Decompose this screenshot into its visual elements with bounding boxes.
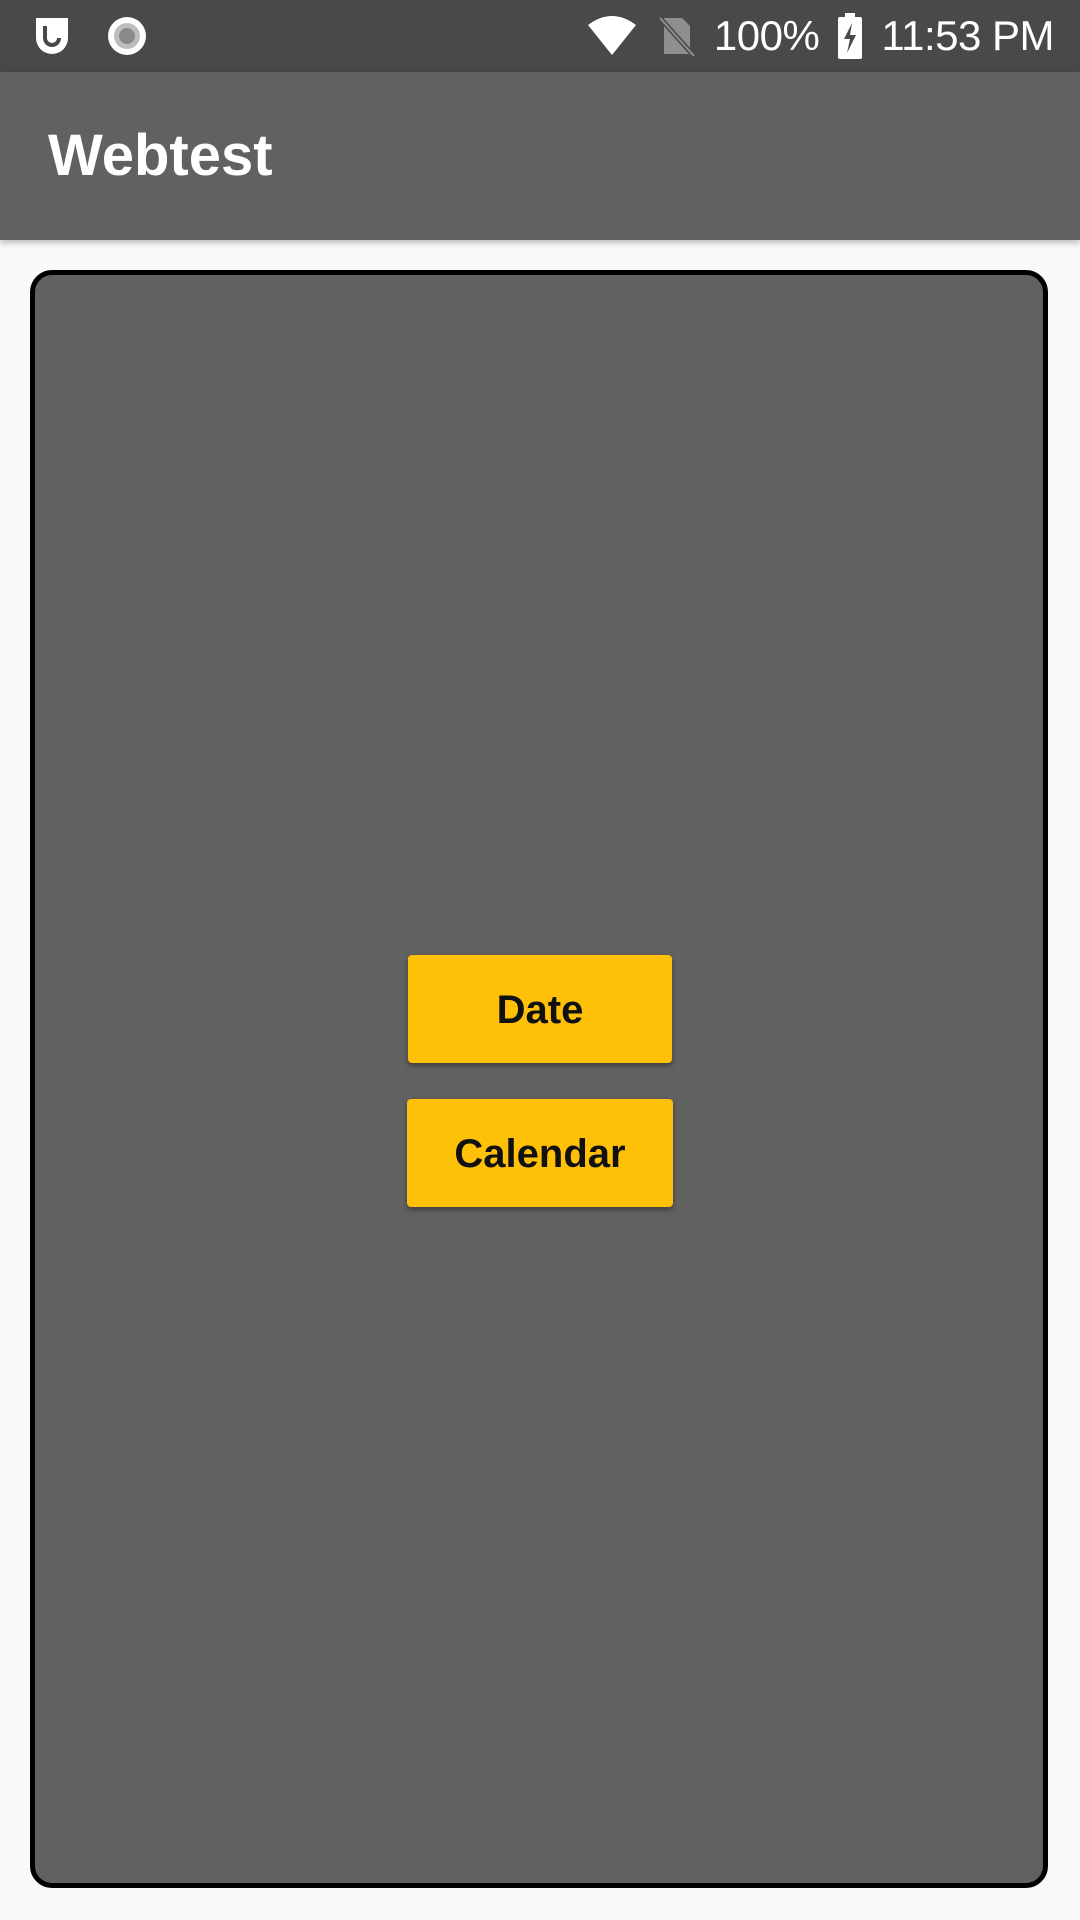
record-icon [106, 15, 148, 57]
status-left-icons [32, 0, 148, 72]
battery-percentage: 100% [713, 12, 820, 59]
notification-app-icon [32, 16, 72, 56]
clock: 11:53 PM [881, 12, 1054, 59]
app-bar: Webtest [0, 72, 1080, 240]
status-bar: 100% 11:53 PM [0, 0, 1080, 72]
date-button[interactable]: Date [408, 955, 672, 1063]
wifi-icon [586, 15, 638, 57]
battery-charging-icon [837, 13, 863, 59]
app-title: Webtest [48, 123, 273, 188]
status-right-icons: 100% 11:53 PM [586, 0, 1054, 72]
no-sim-icon [656, 14, 696, 58]
calendar-button[interactable]: Calendar [407, 1099, 673, 1207]
webview-panel: Date Calendar [30, 270, 1048, 1888]
